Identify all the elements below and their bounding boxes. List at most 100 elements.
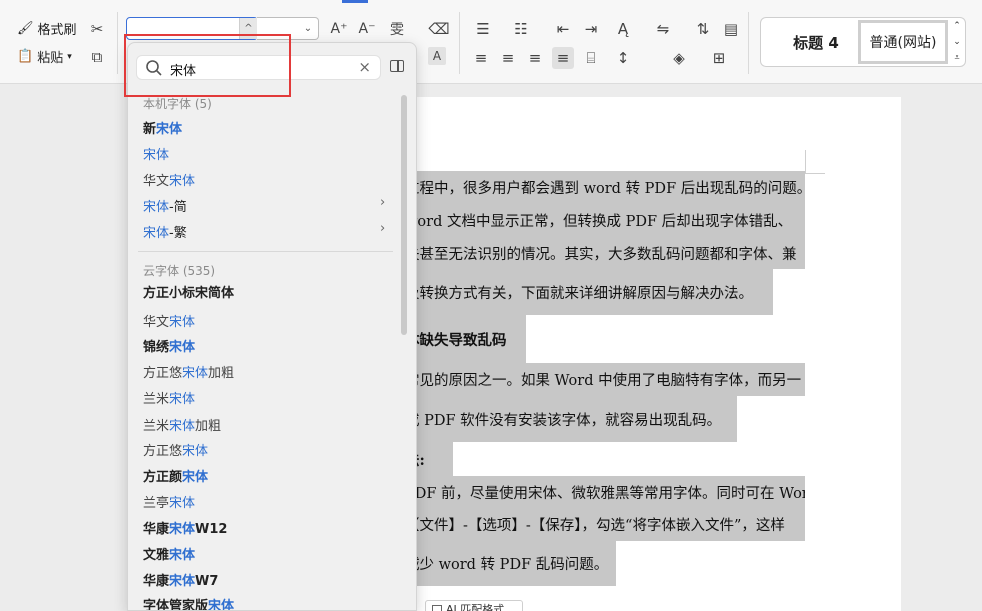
chevron-right-icon[interactable]: › xyxy=(380,195,385,210)
style-heading-4[interactable]: 标题 4 xyxy=(780,22,852,62)
active-tab-indicator xyxy=(342,0,368,3)
doc-line[interactable]: 常见的原因之一。如果 Word 中使用了电脑特有字体，而另一 xyxy=(405,363,805,396)
format-painter-button[interactable]: 🖌 格式刷 xyxy=(17,19,77,38)
borders-icon[interactable]: ⊞ xyxy=(708,47,730,69)
show-marks-icon[interactable]: ▤ xyxy=(720,18,742,40)
font-list-item[interactable]: 华康宋体W7 xyxy=(143,570,218,589)
font-name-part: 宋体 xyxy=(182,444,209,459)
eraser-icon[interactable]: ⌫ xyxy=(428,18,450,40)
font-list-item[interactable]: 华文宋体 xyxy=(143,311,195,330)
font-name-part: 宋体 xyxy=(169,315,196,330)
font-list-item[interactable]: 宋体-繁 xyxy=(143,222,187,241)
margin-corner-mark xyxy=(805,150,825,174)
character-shading-icon[interactable]: A xyxy=(428,47,446,65)
chevron-up-icon[interactable]: ⌃ xyxy=(953,21,961,31)
font-list-item[interactable]: 兰米宋体加粗 xyxy=(143,415,221,434)
font-name-part: 宋体 xyxy=(169,392,196,407)
doc-line[interactable]: 及转换方式有关，下面就来详细讲解原因与解决办法。 xyxy=(405,269,773,315)
font-name-part: 宋体 xyxy=(169,548,196,563)
decrease-font-icon[interactable]: A⁻ xyxy=(356,18,378,40)
font-list-item[interactable]: 兰米宋体 xyxy=(143,388,195,407)
chevron-down-icon: ▾ xyxy=(67,51,72,62)
ribbon-divider xyxy=(117,12,118,74)
font-name-part: 宋体 xyxy=(169,522,196,537)
font-name-part: 锦绣 xyxy=(143,340,170,355)
scrollbar[interactable] xyxy=(401,95,407,335)
font-name-part: 文雅 xyxy=(143,548,170,563)
paste-button[interactable]: 📋 粘贴 ▾ xyxy=(17,47,72,66)
font-name-part: 宋体 xyxy=(143,200,170,215)
font-list-item[interactable]: 字体管家版宋体 xyxy=(143,595,235,611)
copy-icon[interactable]: ⧉ xyxy=(86,46,108,68)
font-dropdown-panel: 宋体 × 本机字体 (5) 云字体 (535) 新宋体 宋体 华文宋体 宋体-简 › 宋体… xyxy=(127,42,417,611)
style-normal-web[interactable]: 普通(网站) xyxy=(858,20,948,64)
font-name-part: 宋体 xyxy=(169,496,196,511)
font-list-item[interactable]: 锦绣宋体 xyxy=(143,336,195,355)
chevron-down-icon[interactable]: ⌄ xyxy=(953,37,961,47)
font-name-part: 华文 xyxy=(143,315,170,330)
font-name-part: 宋体 xyxy=(208,599,235,611)
group-divider xyxy=(138,251,393,252)
doc-line[interactable]: 过程中，很多用户都会遇到 word 转 PDF 后出现乱码的问题。 xyxy=(405,171,805,204)
font-name-part: 方正悠 xyxy=(143,444,183,459)
increase-font-icon[interactable]: A⁺ xyxy=(328,18,350,40)
doc-line[interactable]: PDF 前，尽量使用宋体、微软雅黑等常用字体。同时可在 Word xyxy=(405,476,805,508)
font-list-item[interactable]: 文雅宋体 xyxy=(143,544,195,563)
font-name-part: 加粗 xyxy=(208,366,235,381)
decrease-indent-icon[interactable]: ⇤ xyxy=(552,18,574,40)
font-list-item[interactable]: 方正悠宋体 xyxy=(143,440,208,459)
expand-gallery-icon[interactable]: ⩡ xyxy=(954,53,959,63)
paste-options-button[interactable]: AI 匹配格式 xyxy=(425,600,523,611)
font-list-item[interactable]: 宋体-简 xyxy=(143,196,187,215)
justify-icon[interactable]: ≡ xyxy=(552,47,574,69)
doc-line[interactable]: word 文档中显示正常，但转换成 PDF 后却出现字体错乱、 xyxy=(405,204,805,237)
font-list-item[interactable]: 方正悠宋体加粗 xyxy=(143,362,234,381)
close-icon[interactable]: × xyxy=(358,58,371,76)
ribbon-divider xyxy=(748,12,749,74)
align-right-icon[interactable]: ≡ xyxy=(524,47,546,69)
doc-line[interactable]: 【文件】-【选项】-【保存】，勾选“将字体嵌入文件”，这样 xyxy=(405,508,805,541)
font-list-item[interactable]: 方正小标宋简体 xyxy=(143,282,234,301)
font-name-part: 宋体 xyxy=(143,148,170,163)
font-name-part: -繁 xyxy=(169,226,187,241)
font-list-item[interactable]: 华文宋体 xyxy=(143,170,195,189)
paint-bucket-icon[interactable]: ◈ xyxy=(668,47,690,69)
chevron-right-icon[interactable]: › xyxy=(380,221,385,236)
cut-icon[interactable]: ✂ xyxy=(86,18,108,40)
doc-heading[interactable]: 体缺失导致乱码 xyxy=(405,315,526,363)
callout-highlight-box xyxy=(124,34,291,97)
doc-line[interactable]: 减少 word 转 PDF 乱码问题。 xyxy=(405,541,616,586)
text-direction-icon[interactable]: Ą xyxy=(612,18,634,40)
phonetic-guide-icon[interactable]: 雯 xyxy=(386,18,408,40)
numbered-list-icon[interactable]: ☷ xyxy=(510,18,532,40)
font-name-part: 宋体 xyxy=(156,122,183,137)
bidi-icon[interactable]: ⇋ xyxy=(652,18,674,40)
font-name-part: -简 xyxy=(169,200,187,215)
distributed-icon[interactable]: ⌸ xyxy=(580,47,602,69)
font-list-item[interactable]: 宋体 xyxy=(143,144,169,163)
group-title-local-fonts: 本机字体 (5) xyxy=(143,97,212,111)
font-name-part: 宋体 xyxy=(182,470,209,485)
font-list-item[interactable]: 方正颜宋体 xyxy=(143,466,208,485)
style-gallery-scroll[interactable]: ⌃ ⌄ ⩡ xyxy=(950,18,964,66)
line-spacing-icon[interactable]: ↕ xyxy=(612,47,634,69)
align-left-icon[interactable]: ≡ xyxy=(470,47,492,69)
font-list-item[interactable]: 新宋体 xyxy=(143,118,182,137)
group-title-cloud-fonts: 云字体 (535) xyxy=(143,264,216,278)
font-list-item[interactable]: 华康宋体W12 xyxy=(143,518,227,537)
font-name-part: 兰亭 xyxy=(143,496,170,511)
font-name-part: 新 xyxy=(143,122,157,137)
doc-line[interactable]: 或 PDF 软件没有安装该字体，就容易出现乱码。 xyxy=(405,396,737,442)
increase-indent-icon[interactable]: ⇥ xyxy=(580,18,602,40)
clipboard-icon xyxy=(432,605,442,611)
bullet-list-icon[interactable]: ☰ xyxy=(472,18,494,40)
doc-line[interactable]: 失甚至无法识别的情况。其实，大多数乱码问题都和字体、兼 xyxy=(405,237,805,269)
sort-icon[interactable]: ⇅ xyxy=(692,18,714,40)
font-name-part: 兰米 xyxy=(143,392,170,407)
sidebar-panel-icon[interactable] xyxy=(390,60,404,72)
font-name-part: 宋体 xyxy=(169,340,196,355)
chevron-down-icon[interactable]: ⌄ xyxy=(300,20,316,37)
align-center-icon[interactable]: ≡ xyxy=(497,47,519,69)
font-list-item[interactable]: 兰亭宋体 xyxy=(143,492,195,511)
font-name-part: W7 xyxy=(195,574,219,589)
